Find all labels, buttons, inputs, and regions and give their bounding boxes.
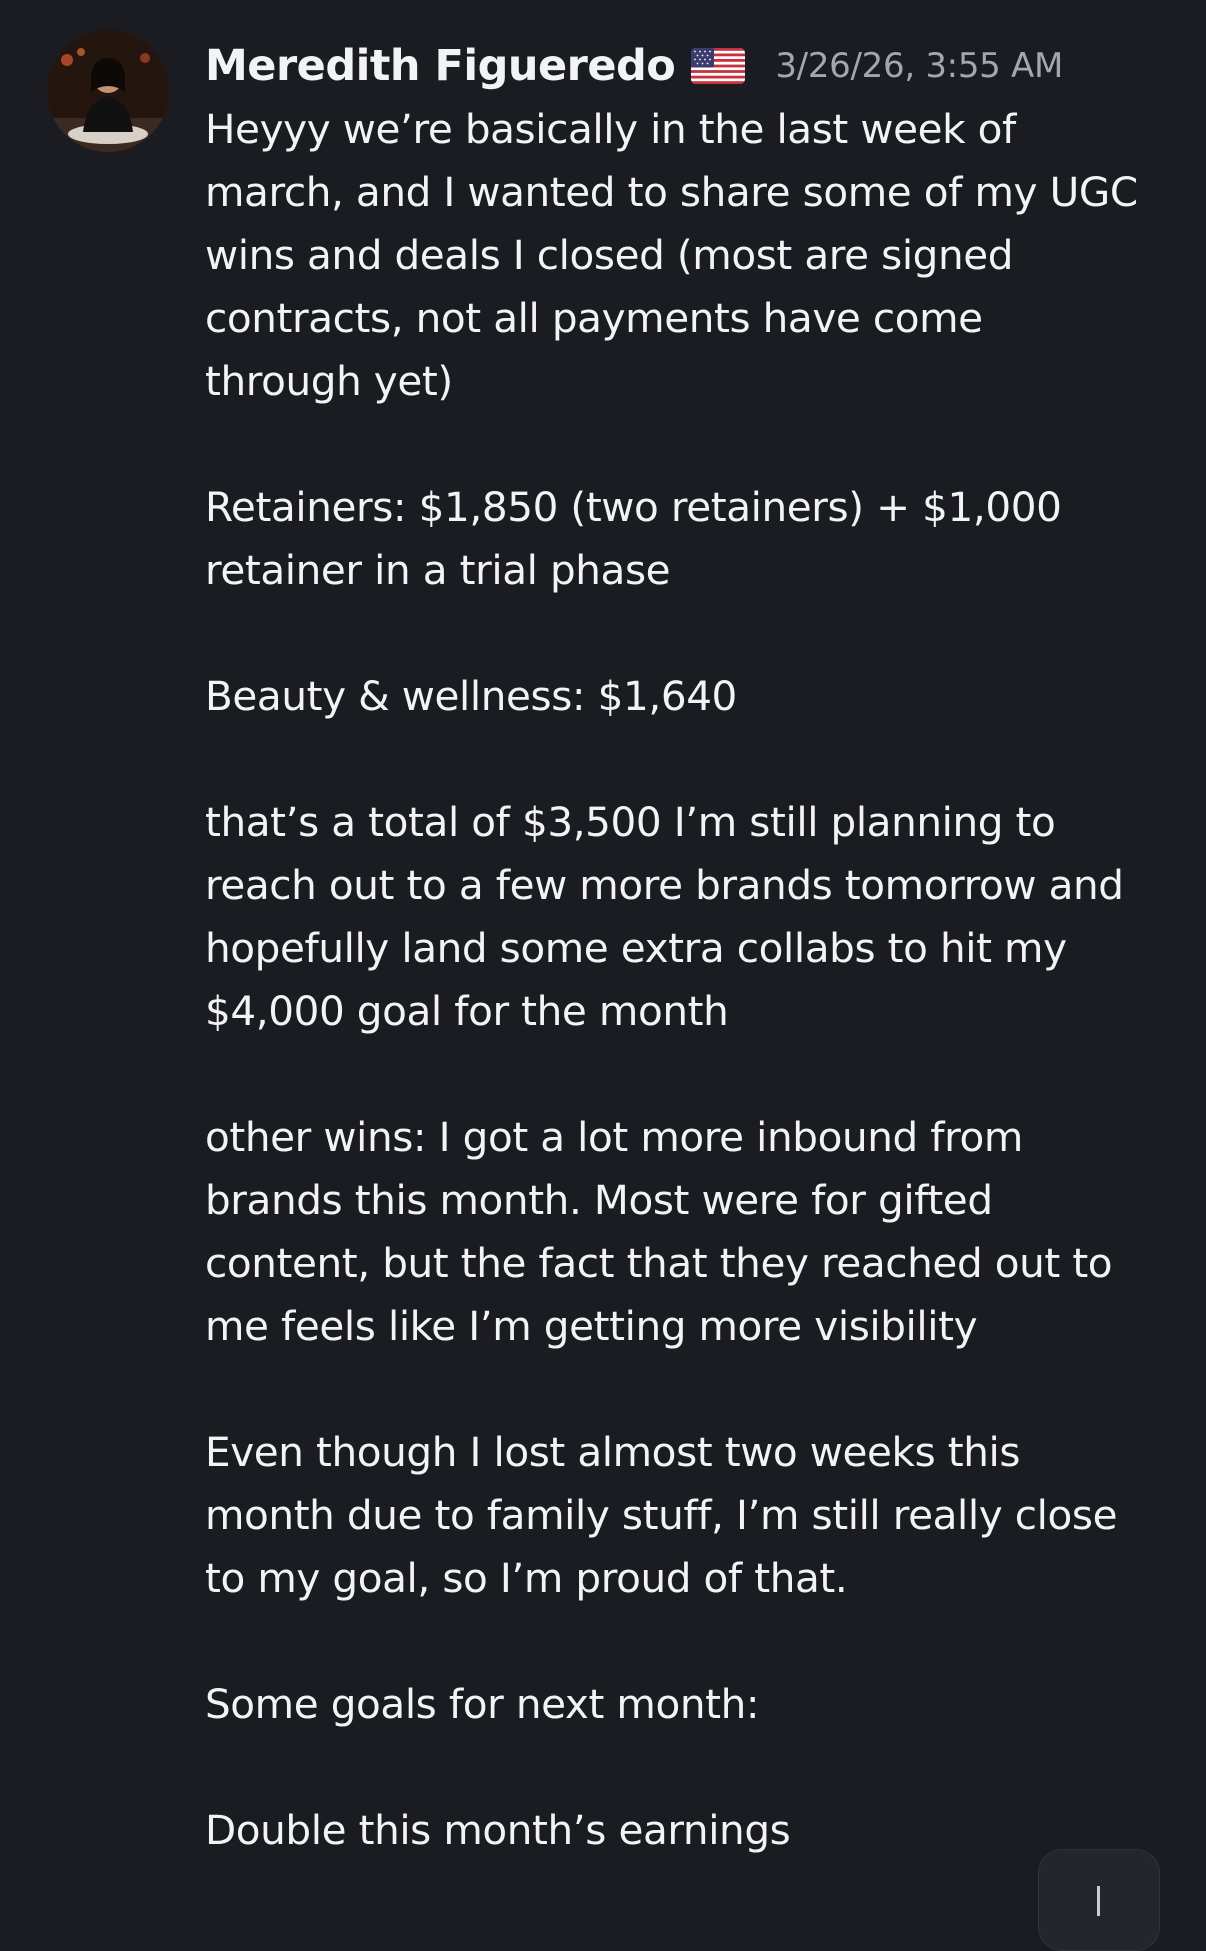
arrow-down-icon — [1097, 1886, 1100, 1916]
message-paragraph: other wins: I got a lot more inbound fro… — [205, 1113, 1113, 1350]
message-paragraph: Beauty & wellness: $1,640 — [205, 672, 737, 720]
message-paragraph: Retainers: $1,850 (two retainers) + $1,0… — [205, 483, 1062, 594]
author-name[interactable]: Meredith Figueredo — [205, 41, 676, 91]
message-timestamp[interactable]: 3/26/26, 3:55 AM — [775, 46, 1063, 86]
message-paragraph: that’s a total of $3,500 I’m still plann… — [205, 798, 1124, 1035]
jump-to-bottom-button[interactable] — [1038, 1849, 1160, 1951]
message-paragraph: Heyyy we’re basically in the last week o… — [205, 105, 1138, 405]
message-content: Heyyy we’re basically in the last week o… — [205, 98, 1185, 1925]
message-paragraph: Double this month’s earnings — [205, 1806, 791, 1854]
message-header: Meredith Figueredo 3/26/26, 3:55 AM — [205, 38, 1063, 94]
us-flag-icon — [691, 48, 746, 84]
message-paragraph: Even though I lost almost two weeks this… — [205, 1428, 1118, 1602]
avatar[interactable] — [47, 30, 169, 152]
message-paragraph: Some goals for next month: — [205, 1680, 760, 1728]
